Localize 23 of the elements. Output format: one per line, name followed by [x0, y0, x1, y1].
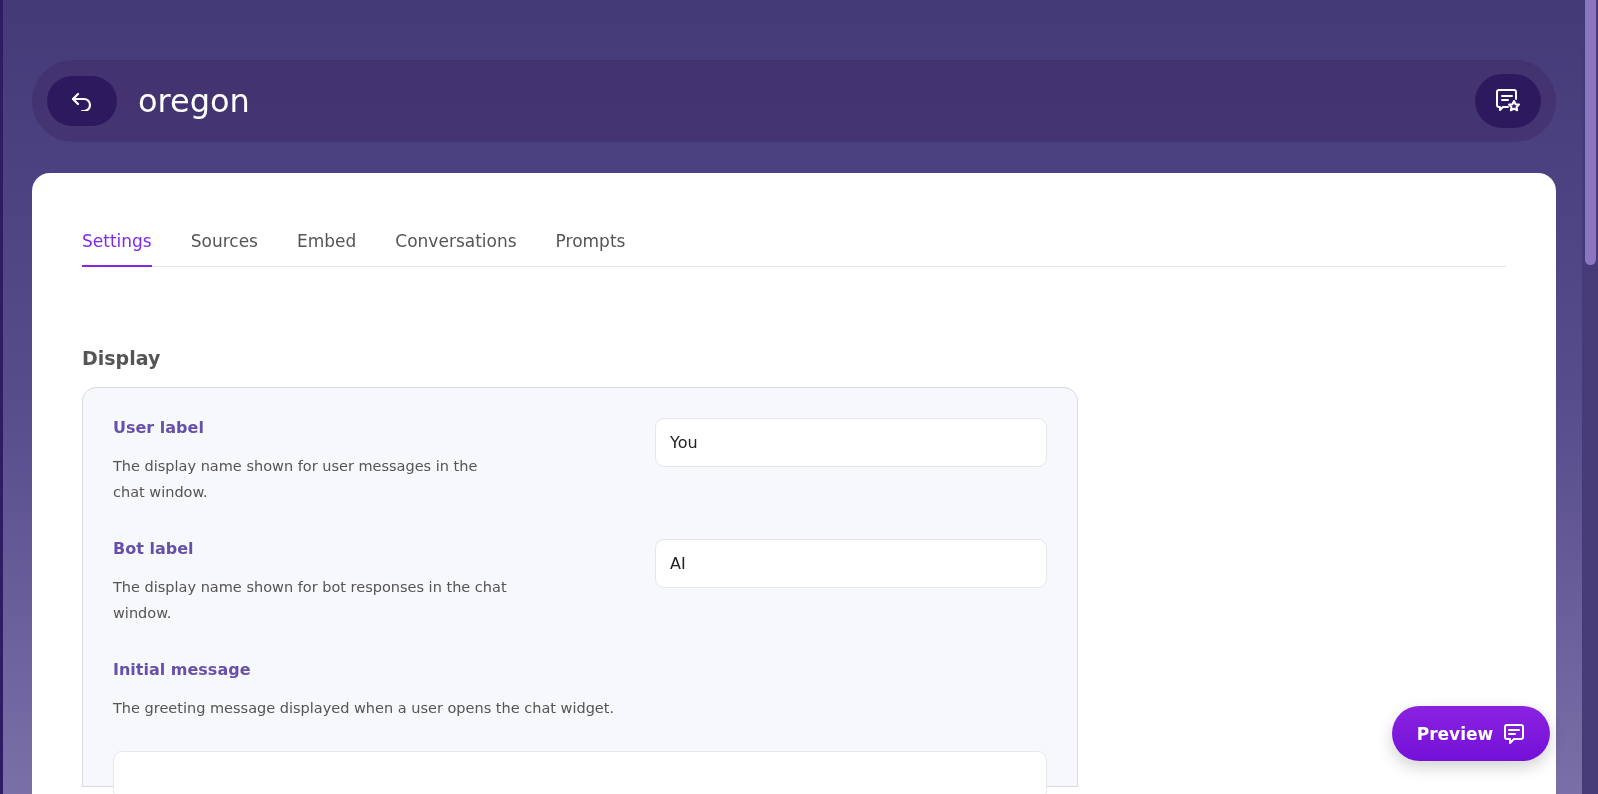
preview-button[interactable]: Preview: [1392, 706, 1550, 761]
field-label: Bot label: [113, 539, 195, 558]
field-description: The display name shown for user messages in the chat window.: [113, 457, 479, 502]
chat-icon: [1503, 722, 1526, 745]
tab[interactable]: Settings: [82, 231, 152, 267]
input-field[interactable]: You: [655, 418, 1047, 467]
back-arrow-icon: [71, 91, 93, 111]
field-description: The display name shown for bot responses in the chat window.: [113, 578, 508, 623]
section-title: Display: [82, 347, 162, 369]
tab[interactable]: Embed: [297, 231, 357, 267]
chat-star-icon: [1495, 88, 1521, 114]
scrollbar-thumb[interactable]: [1585, 0, 1596, 265]
field-label: User label: [113, 418, 205, 437]
tab[interactable]: Sources: [190, 231, 258, 267]
input-field[interactable]: AI: [655, 539, 1047, 588]
field-description: The greeting message displayed when a user opens the chat widget.: [113, 699, 616, 718]
input-field[interactable]: [113, 751, 1047, 794]
tab[interactable]: Conversations: [395, 231, 517, 267]
chat-star-button[interactable]: [1475, 74, 1541, 128]
page-title: oregon: [138, 82, 251, 120]
field-label: Initial message: [113, 660, 252, 679]
back-button[interactable]: [47, 76, 117, 126]
tab[interactable]: Prompts: [555, 231, 626, 267]
